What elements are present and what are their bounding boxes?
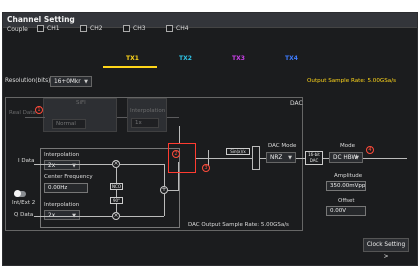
dac-trapezoid (252, 146, 260, 170)
dac-mode-dropdown[interactable]: NRZ ▼ (266, 152, 296, 163)
chevron-down-icon: ▼ (84, 79, 88, 85)
marker-badge-1: 1 (35, 106, 43, 114)
clock-setting-button[interactable]: Clock Setting > (363, 238, 409, 260)
resolution-value: 16+0Mkr (54, 79, 81, 85)
chevron-down-icon: ▼ (355, 155, 359, 161)
amplitude-label: Amplitude (334, 173, 363, 179)
tab-tx3[interactable]: TX3 (232, 55, 245, 62)
real-data-label: Real Data (9, 110, 36, 116)
center-frequency-input[interactable]: 0.00Hz (44, 183, 88, 193)
dac-label: DAC (290, 100, 303, 107)
sifi-label: SiFI (76, 100, 86, 106)
center-frequency-label: Center Frequency (44, 174, 93, 180)
resolution-dropdown[interactable]: 16+0Mkr ▼ (50, 76, 92, 87)
interpolation-q-dropdown[interactable]: 2x ▼ (44, 210, 80, 220)
tab-tx4[interactable]: TX4 (285, 55, 298, 62)
sifi-dropdown[interactable]: Normal (52, 119, 86, 129)
dac-output-sample-rate: DAC Output Sample Rate: 5.00GSa/s (188, 222, 289, 228)
couple-ch4-checkbox[interactable] (166, 25, 173, 32)
offset-input[interactable]: 0.00V (326, 206, 366, 216)
marker-badge-2: 2 (172, 150, 180, 158)
summer-icon: + (160, 186, 168, 194)
output-mode-label: Mode (340, 143, 355, 149)
output-mode-dropdown[interactable]: DC HBW ▼ (329, 152, 363, 163)
i-data-label: I Data (18, 158, 35, 164)
marker-badge-4: 4 (366, 146, 374, 154)
couple-ch3-label: CH3 (133, 25, 146, 32)
sinx-x-block[interactable]: Sin(x)/x (226, 148, 250, 155)
mixer-q-icon: × (112, 212, 120, 220)
int-ext-label: Int/Ext 2 (12, 200, 36, 206)
couple-ch3-checkbox[interactable] (123, 25, 130, 32)
dac-16bit-block: 16-bit DAC (305, 151, 323, 165)
resolution-label: Resolution(bits) (5, 78, 51, 84)
dac-mode-label: DAC Mode (268, 143, 297, 149)
couple-ch1-label: CH1 (47, 25, 60, 32)
couple-label: Couple (7, 26, 28, 33)
window-title: Channel Setting (7, 15, 75, 24)
path-switch[interactable] (168, 143, 196, 173)
chevron-down-icon: ▼ (288, 155, 292, 161)
phase-shift-block: 90° (110, 197, 123, 204)
tab-tx2[interactable]: TX2 (179, 55, 192, 62)
output-sample-rate: Output Sample Rate: 5.00GSa/s (307, 78, 397, 84)
q-data-label: Q Data (14, 212, 34, 218)
title-bar: Channel Setting (3, 13, 417, 28)
offset-label: Offset (338, 198, 355, 204)
couple-ch2-label: CH2 (90, 25, 103, 32)
couple-ch1-checkbox[interactable] (37, 25, 44, 32)
couple-ch2-checkbox[interactable] (80, 25, 87, 32)
nco-block: NCO (110, 183, 123, 190)
amplitude-input[interactable]: 350.00mVpp (326, 181, 366, 191)
active-tab-indicator (103, 66, 157, 68)
mixer-i-icon: × (112, 160, 120, 168)
interpolation-i-label: Interpolation (44, 152, 80, 158)
tab-tx1[interactable]: TX1 (126, 55, 139, 62)
interpolation-top-dropdown[interactable]: 1x (131, 118, 159, 128)
toggle-knob[interactable] (14, 190, 21, 197)
interpolation-q-label: Interpolation (44, 202, 80, 208)
interpolation-i-dropdown[interactable]: 2x ▼ (44, 160, 80, 170)
interpolation-top-label: Interpolation (130, 108, 166, 114)
couple-ch4-label: CH4 (176, 25, 189, 32)
marker-badge-3: 3 (202, 164, 210, 172)
